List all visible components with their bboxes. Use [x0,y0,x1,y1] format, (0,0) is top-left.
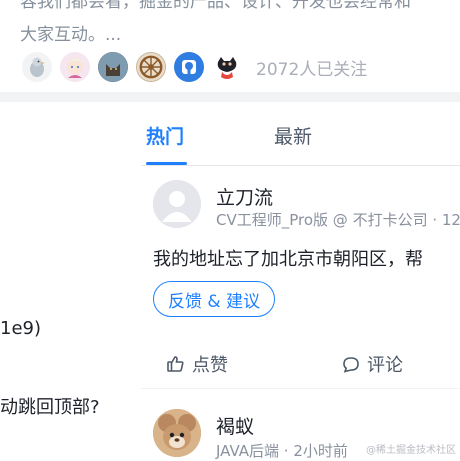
comment-author-meta: CV工程师_Pro版 @ 不打卡公司 · 12 [216,211,460,229]
background-text-fragment: 1e9) [0,318,42,339]
default-user-icon [153,180,201,228]
tabs-divider [141,165,460,166]
mouse-avatar-icon [153,409,201,457]
follower-avatars[interactable]: 2072人已关注 [22,52,367,82]
comment-author-meta: JAVA后端 · 2小时前 [216,442,348,460]
thumbs-up-icon [166,354,186,374]
feedback-tag-button[interactable]: 反馈 & 建议 [153,281,276,317]
like-button[interactable]: 点赞 [166,351,228,377]
comments-panel: 热门 最新 立刀流 CV工程师_Pro版 @ 不打卡公司 · 12 我的地址忘了… [141,102,460,460]
tab-latest[interactable]: 最新 [274,122,312,149]
octocat-icon [212,52,242,82]
comment-text: 我的地址忘了加北京市朝阳区，帮 [153,249,423,270]
tab-hot[interactable]: 热门 [146,122,184,149]
wagon-wheel-icon [136,52,166,82]
watermark: @稀土掘金技术社区 [366,445,456,456]
comment-author-name[interactable]: 立刀流 [216,183,273,210]
intro-text-line-2: 大家互动。... [20,25,122,45]
section-divider [0,92,460,102]
avatar[interactable] [153,409,201,457]
cat-icon [98,52,128,82]
like-label: 点赞 [192,355,228,376]
comment-tabs: 热门 最新 [141,102,460,166]
github-icon [174,52,204,82]
intro-text-line-1: 容我们都会看，掘金的产品、设计、开发也会经常和 [20,0,411,12]
comment-label: 评论 [367,355,403,376]
comment-author-name[interactable]: 褐蚁 [216,412,254,439]
follower-count: 2072人已关注 [256,59,368,80]
reply-button[interactable]: 评论 [341,351,403,377]
comment-divider [141,388,460,389]
avatar[interactable] [153,180,201,228]
comment-bubble-icon [341,354,361,374]
background-text-fragment: 动跳回顶部? [0,397,100,418]
anime-avatar-icon [60,52,90,82]
column-intro: 容我们都会看，掘金的产品、设计、开发也会经常和 大家互动。... 2072人已关… [0,0,460,92]
bird-icon [22,52,52,82]
